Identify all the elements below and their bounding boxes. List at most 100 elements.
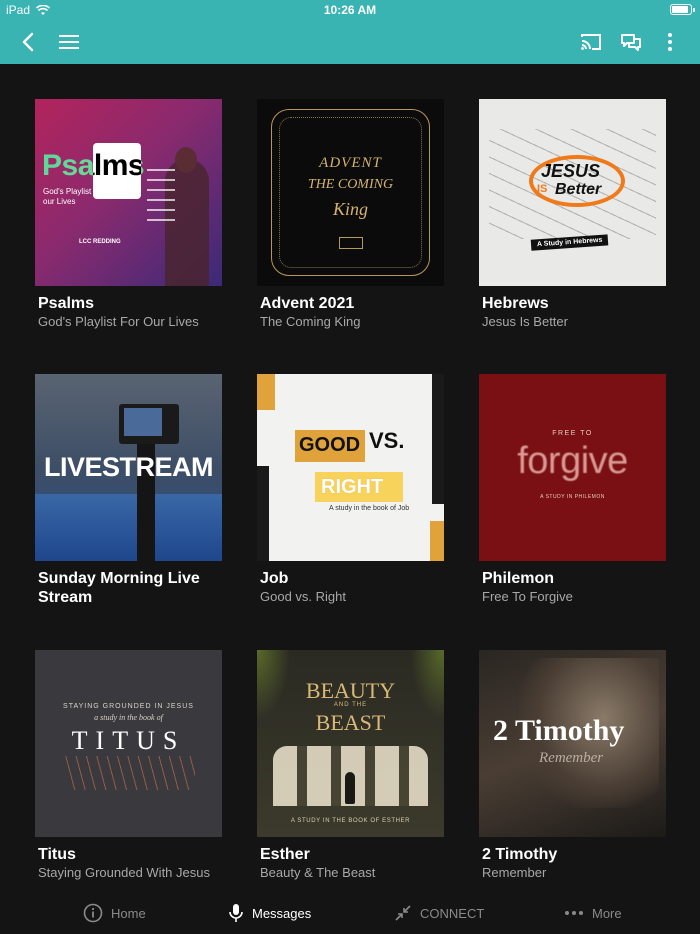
series-artwork[interactable]: FREE TO forgive A STUDY IN PHILEMON: [479, 374, 666, 561]
hebrews-line3: Better: [555, 181, 602, 198]
hebrews-line1: JESUS: [541, 161, 601, 181]
esther-line2: AND THE: [333, 702, 368, 708]
vertical-dots-icon: [668, 33, 672, 51]
menu-button[interactable]: [49, 20, 89, 64]
status-bar: iPad 10:26 AM: [0, 0, 700, 20]
series-card-hebrews[interactable]: JESUS IS Better A Study in Hebrews Hebre…: [479, 99, 666, 329]
esther-figure: [345, 772, 355, 804]
tab-messages[interactable]: Messages: [228, 892, 311, 934]
series-artwork[interactable]: JESUS IS Better A Study in Hebrews: [479, 99, 666, 286]
psalms-tagline: God's Playlist for our Lives: [43, 187, 103, 206]
series-subtitle: The Coming King: [260, 314, 361, 329]
philemon-top-label: FREE TO: [552, 430, 593, 437]
psalms-big-title: Psalms: [42, 149, 145, 182]
series-subtitle: God's Playlist For Our Lives: [38, 314, 199, 329]
esther-line3: BEAST: [315, 710, 386, 735]
livestream-camera-screen: [124, 408, 162, 436]
job-right-text: RIGHT: [321, 476, 384, 498]
series-artwork[interactable]: ADVENT THE COMING King: [257, 99, 444, 286]
titus-roots: [65, 756, 195, 790]
philemon-big-word: forgive: [517, 440, 628, 482]
titus-top-label: STAYING GROUNDED IN JESUS: [63, 703, 194, 710]
series-card-esther[interactable]: BEAUTY AND THE BEAST A STUDY IN THE BOOK…: [257, 650, 444, 880]
battery-fill: [672, 6, 689, 13]
series-card-2-timothy[interactable]: 2 Timothy Remember 2 Timothy Remember: [479, 650, 666, 880]
cast-icon: [581, 34, 601, 50]
battery-icon: [670, 4, 695, 15]
microphone-icon: [229, 904, 243, 922]
hamburger-icon: [59, 35, 79, 49]
status-time: 10:26 AM: [323, 3, 377, 17]
series-title: 2 Timothy: [482, 846, 558, 863]
advent-line1: ADVENT: [319, 155, 382, 171]
timothy-script: Remember: [539, 750, 604, 766]
series-subtitle: Jesus Is Better: [482, 314, 568, 329]
series-artwork[interactable]: GOOD VS. RIGHT A study in the book of Jo…: [257, 374, 444, 561]
series-title: Advent 2021: [260, 295, 355, 312]
series-title: Philemon: [482, 570, 555, 587]
series-subtitle: Remember: [482, 865, 547, 880]
series-subtitle: Free To Forgive: [482, 589, 573, 604]
cast-button[interactable]: [571, 20, 611, 64]
livestream-big-text: LIVESTREAM: [43, 452, 214, 482]
series-subtitle: Staying Grounded With Jesus: [38, 865, 210, 880]
series-title: Psalms: [38, 295, 95, 312]
series-artwork[interactable]: 2 Timothy Remember: [479, 650, 666, 837]
advent-line3: King: [332, 199, 368, 219]
titus-mid-label: a study in the book of: [94, 713, 163, 722]
series-title: Job: [260, 570, 289, 587]
series-subtitle: Good vs. Right: [260, 589, 346, 604]
job-good-text: GOOD: [299, 434, 361, 456]
series-card-job[interactable]: GOOD VS. RIGHT A study in the book of Jo…: [257, 374, 444, 604]
philemon-bottom-label: A STUDY IN PHILEMON: [540, 494, 605, 500]
psalms-small-label: LCC REDDING: [79, 239, 121, 245]
series-title: Hebrews: [482, 295, 549, 312]
series-card-livestream[interactable]: LIVESTREAM Sunday Morning Live Stream: [35, 374, 222, 607]
app-bar: [0, 20, 700, 64]
series-title: Titus: [38, 846, 76, 863]
advent-line2: THE COMING: [307, 177, 394, 192]
tab-more[interactable]: More: [564, 892, 622, 934]
series-grid: Psalms God's Playlist for our Lives LCC …: [0, 64, 700, 892]
job-accent-bottom: [430, 521, 444, 561]
chat-icon: [621, 34, 641, 51]
psalms-playlist-lines: [147, 169, 175, 229]
compress-arrows-icon: [395, 905, 411, 921]
series-subtitle: Beauty & The Beast: [260, 865, 376, 880]
hebrews-line2: IS: [537, 183, 548, 195]
esther-line1: BEAUTY: [305, 678, 396, 703]
horizontal-dots-icon: [565, 911, 583, 915]
series-artwork[interactable]: STAYING GROUNDED IN JESUS a study in the…: [35, 650, 222, 837]
job-vs-text: VS.: [369, 428, 405, 453]
series-title: Sunday Morning Live Stream: [38, 570, 200, 606]
job-torn-right: [432, 374, 444, 504]
tab-label: Home: [111, 905, 146, 921]
series-card-philemon[interactable]: FREE TO forgive A STUDY IN PHILEMON Phil…: [479, 374, 666, 604]
psalms-person-head: [175, 147, 197, 173]
tab-bar: Home Messages CONNECT More: [0, 892, 700, 934]
series-artwork[interactable]: Psalms God's Playlist for our Lives LCC …: [35, 99, 222, 286]
tab-label: Messages: [252, 905, 312, 921]
back-button[interactable]: [8, 20, 48, 64]
advent-crest: [339, 237, 363, 249]
series-card-titus[interactable]: STAYING GROUNDED IN JESUS a study in the…: [35, 650, 222, 880]
chevron-left-icon: [22, 32, 34, 52]
tab-label: CONNECT: [420, 905, 485, 921]
info-circle-icon: [83, 903, 103, 923]
more-options-button[interactable]: [650, 20, 690, 64]
series-artwork[interactable]: BEAUTY AND THE BEAST A STUDY IN THE BOOK…: [257, 650, 444, 837]
tab-label: More: [592, 905, 622, 921]
job-accent-top: [257, 374, 275, 410]
job-torn-left: [257, 466, 269, 561]
titus-big-word: TITUS: [71, 726, 186, 755]
timothy-big-title: 2 Timothy: [493, 714, 625, 747]
tab-connect[interactable]: CONNECT: [394, 892, 484, 934]
series-card-advent[interactable]: ADVENT THE COMING King Advent 2021 The C…: [257, 99, 444, 329]
series-title: Esther: [260, 846, 310, 863]
job-caption: A study in the book of Job: [329, 505, 410, 512]
esther-bottom-label: A STUDY IN THE BOOK OF ESTHER: [290, 818, 411, 824]
chat-button[interactable]: [611, 20, 651, 64]
series-card-psalms[interactable]: Psalms God's Playlist for our Lives LCC …: [35, 99, 222, 329]
series-artwork[interactable]: LIVESTREAM: [35, 374, 222, 561]
tab-home[interactable]: Home: [83, 892, 146, 934]
